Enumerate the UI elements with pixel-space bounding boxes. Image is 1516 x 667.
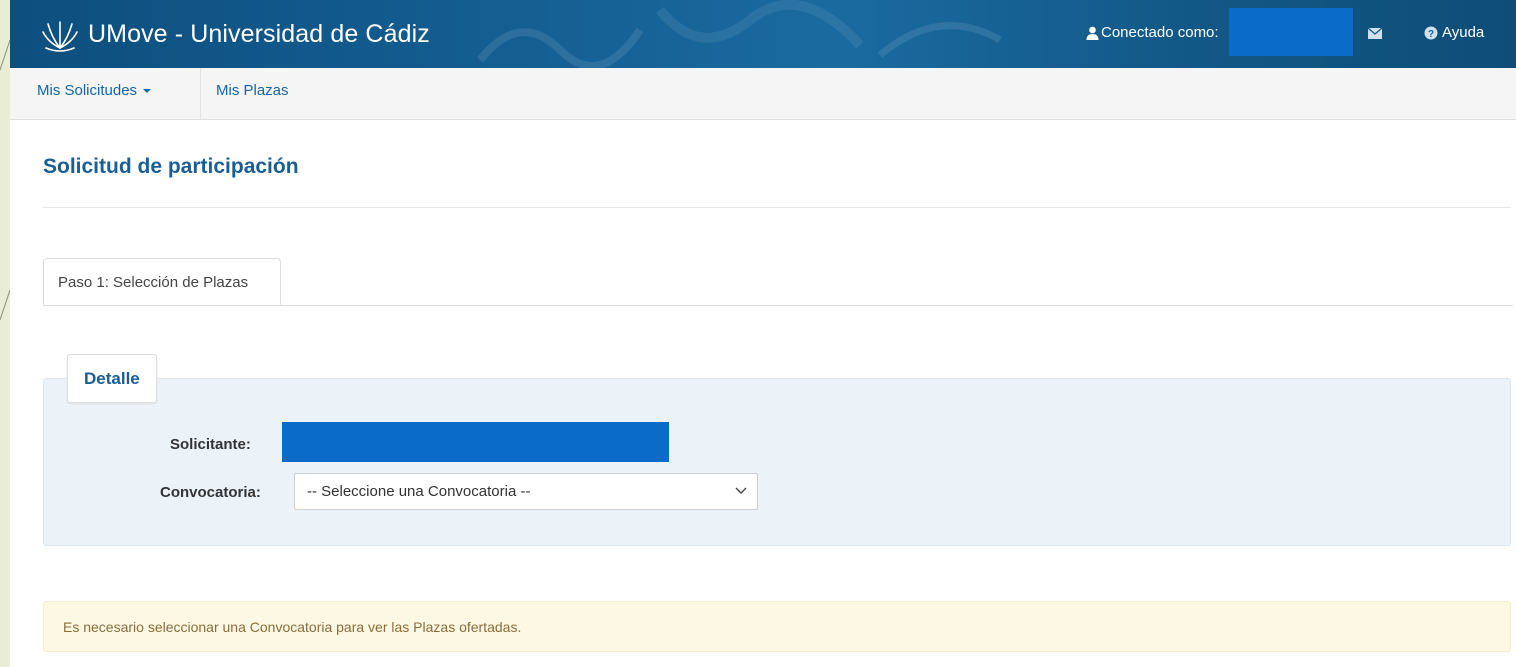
- connected-as-label: Conectado como:: [1101, 24, 1219, 41]
- top-navbar: UMove - Universidad de Cádiz Conectado c…: [10, 0, 1516, 68]
- background-strip: [0, 0, 10, 667]
- tab-bar-line: [43, 305, 1513, 306]
- nav-mis-solicitudes-label: Mis Solicitudes: [37, 82, 138, 99]
- svg-text:?: ?: [1428, 29, 1434, 40]
- question-circle-icon: ?: [1424, 26, 1438, 40]
- divider: [43, 207, 1511, 208]
- university-logo: [42, 21, 78, 52]
- user-icon: [1086, 26, 1099, 40]
- solicitante-label: Solicitante:: [170, 436, 251, 453]
- help-label: Ayuda: [1442, 24, 1485, 41]
- convocatoria-label: Convocatoria:: [160, 484, 261, 501]
- detail-panel: [43, 378, 1511, 546]
- connected-as: Conectado como:: [1086, 24, 1219, 41]
- redacted-username: [1229, 8, 1353, 56]
- app-title: UMove - Universidad de Cádiz: [88, 19, 430, 48]
- nav-mis-solicitudes[interactable]: Mis Solicitudes: [37, 82, 152, 99]
- tab-paso-1[interactable]: Paso 1: Selección de Plazas: [43, 258, 281, 305]
- warning-alert: Es necesario seleccionar una Convocatori…: [43, 601, 1511, 652]
- panel-legend: Detalle: [67, 354, 157, 403]
- chevron-down-icon: [735, 487, 747, 494]
- nav-divider: [200, 68, 201, 119]
- secondary-nav: Mis Solicitudes Mis Plazas: [10, 68, 1516, 120]
- nav-mis-plazas-label: Mis Plazas: [216, 82, 289, 99]
- decorative-line: [0, 39, 10, 321]
- page-title: Solicitud de participación: [43, 155, 299, 178]
- convocatoria-select[interactable]: -- Seleccione una Convocatoria --: [294, 473, 758, 510]
- help-link[interactable]: ? Ayuda: [1424, 24, 1484, 41]
- header-decoration: [476, 0, 1002, 68]
- caret-down-icon: [143, 89, 152, 94]
- convocatoria-selected-value: -- Seleccione una Convocatoria --: [307, 483, 531, 500]
- brand[interactable]: UMove - Universidad de Cádiz: [40, 14, 430, 54]
- page: UMove - Universidad de Cádiz Conectado c…: [10, 0, 1516, 667]
- redacted-solicitante: [282, 422, 669, 462]
- envelope-icon[interactable]: [1368, 28, 1382, 39]
- nav-mis-plazas[interactable]: Mis Plazas: [216, 82, 289, 99]
